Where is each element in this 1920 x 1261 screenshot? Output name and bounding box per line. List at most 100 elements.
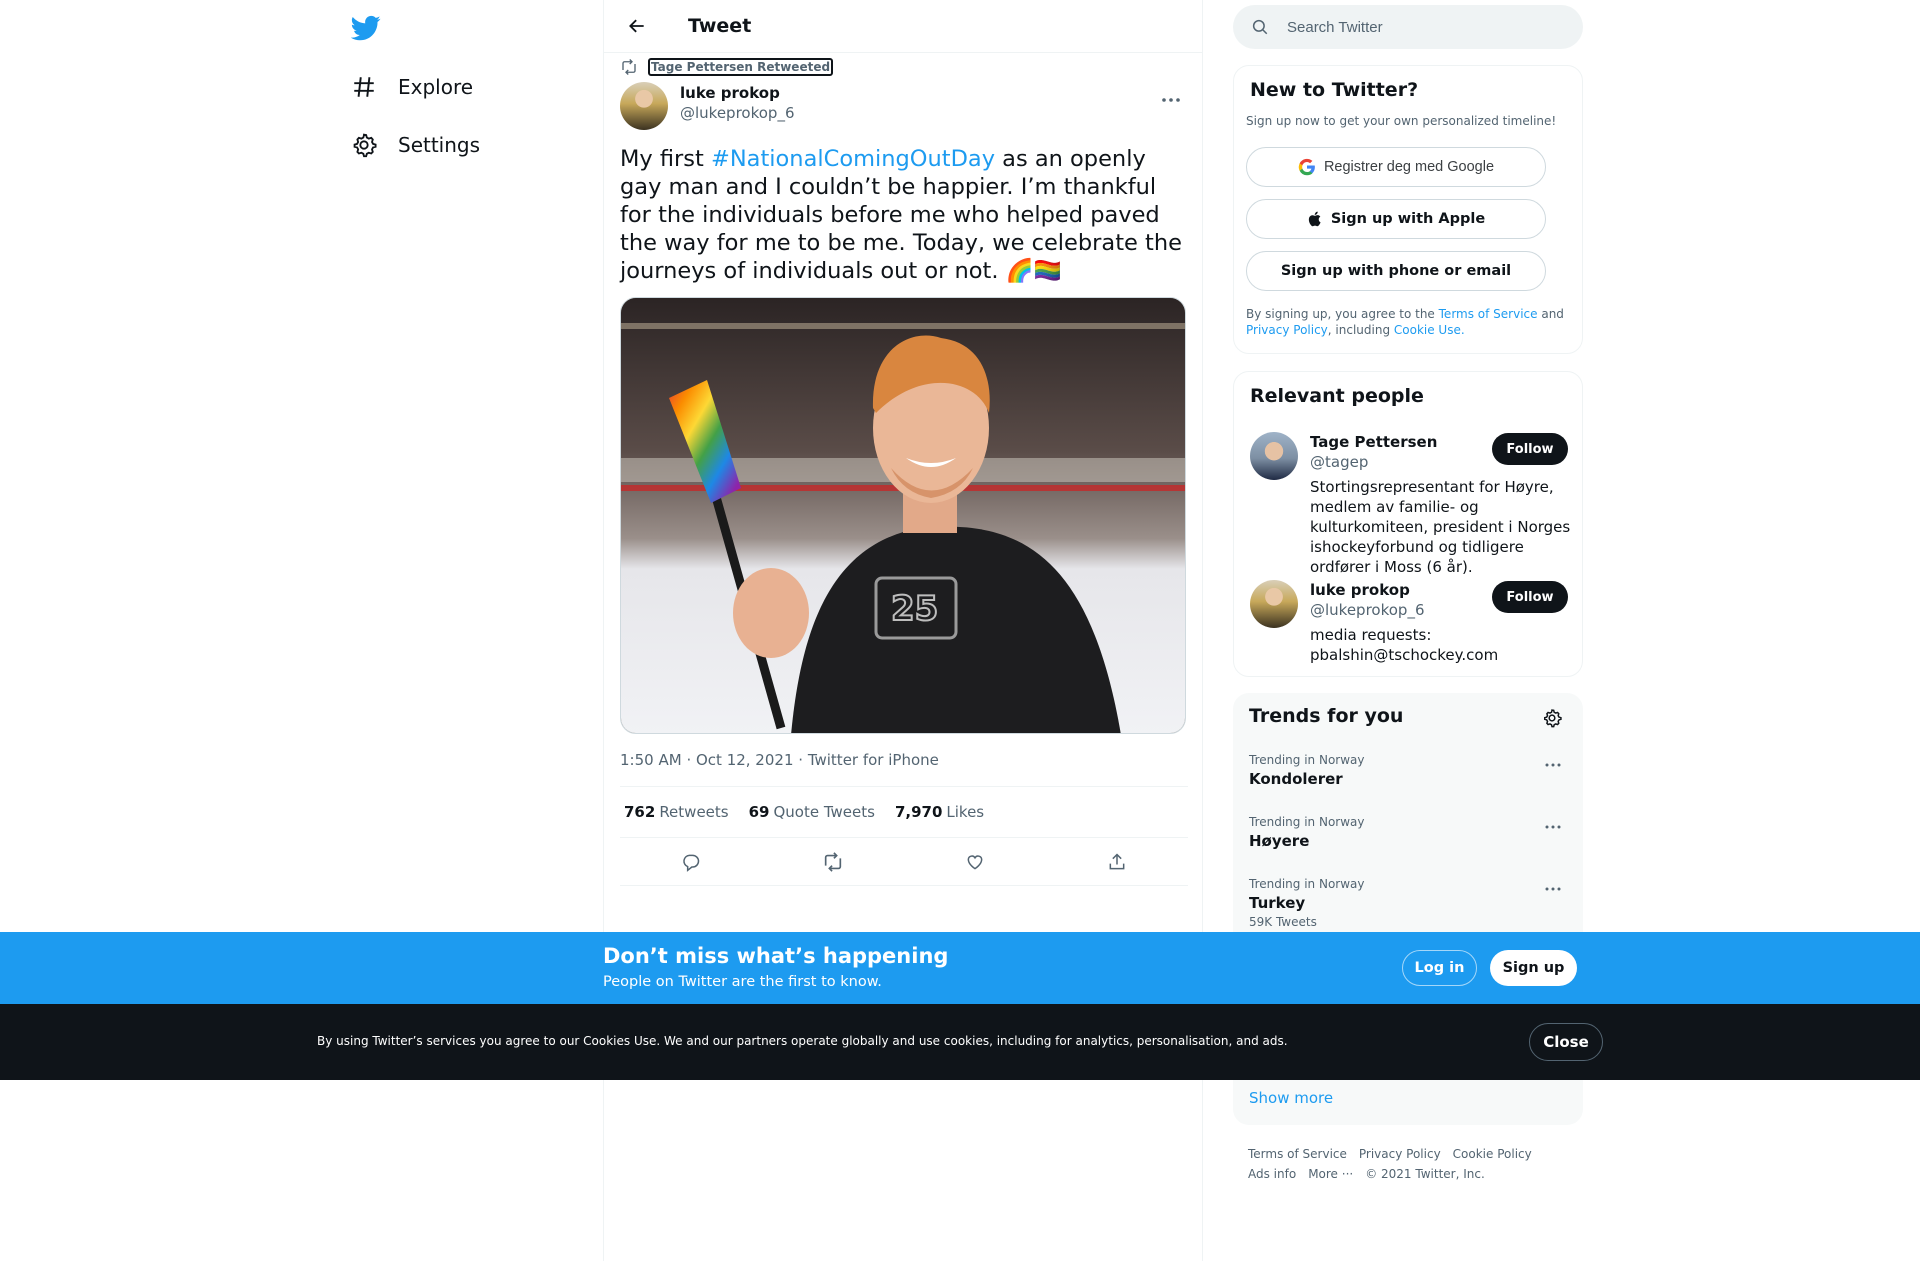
trend-item[interactable]: Trending in Norway Kondolerer <box>1249 753 1567 788</box>
footer-privacy-link[interactable]: Privacy Policy <box>1359 1147 1441 1161</box>
trends-settings-button[interactable] <box>1539 705 1565 731</box>
hashtag-icon <box>350 73 378 101</box>
quote-tweets-count: 69 <box>748 803 770 821</box>
cookie-close-button[interactable]: Close <box>1529 1023 1603 1061</box>
signup-panel: New to Twitter? Sign up now to get your … <box>1233 65 1583 354</box>
page-title: Tweet <box>688 15 752 37</box>
trend-tweet-count: 59K Tweets <box>1249 915 1317 929</box>
follow-button[interactable]: Follow <box>1492 433 1568 465</box>
quote-tweets-label: Quote Tweets <box>773 803 875 821</box>
cookie-banner-text: By using Twitter’s services you agree to… <box>317 1034 1288 1048</box>
meta-separator: · <box>686 751 696 769</box>
phone-email-signup-label: Sign up with phone or email <box>1280 263 1512 279</box>
person-handle[interactable]: @lukeprokop_6 <box>1310 601 1425 619</box>
tweet-time[interactable]: 1:50 AM <box>620 751 682 769</box>
avatar[interactable] <box>620 82 668 130</box>
hashtag-link[interactable]: #NationalComingOutDay <box>711 146 995 172</box>
trend-name: Kondolerer <box>1249 770 1343 788</box>
like-button[interactable] <box>957 844 993 880</box>
retweets-label: Retweets <box>659 803 729 821</box>
trend-more-button[interactable] <box>1539 815 1567 839</box>
trend-more-button[interactable] <box>1539 753 1567 777</box>
footer-cookie-link[interactable]: Cookie Policy <box>1453 1147 1532 1161</box>
google-signup-label: Registrer deg med Google <box>1323 159 1495 175</box>
footer-more-link[interactable]: More ··· <box>1308 1167 1353 1181</box>
signup-prompt-subtitle: People on Twitter are the first to know. <box>603 974 882 990</box>
nav-settings[interactable]: Settings <box>350 120 480 170</box>
trend-item[interactable]: Trending in Norway Høyere <box>1249 815 1567 850</box>
trend-context: Trending in Norway <box>1249 877 1365 891</box>
terms-link[interactable]: Terms of Service <box>1439 307 1538 321</box>
quote-tweets-stat[interactable]: 69 Quote Tweets <box>749 803 875 821</box>
tweet-author: luke prokop @lukeprokop_6 <box>620 82 1188 130</box>
share-button[interactable] <box>1099 844 1135 880</box>
footer-copyright: © 2021 Twitter, Inc. <box>1365 1167 1485 1181</box>
apple-icon <box>1307 210 1323 228</box>
tweet-stats: 762 Retweets 69 Quote Tweets 7,970 Likes <box>620 786 1188 838</box>
meta-separator: · <box>798 751 808 769</box>
follow-button[interactable]: Follow <box>1492 581 1568 613</box>
search-input[interactable] <box>1287 18 1557 36</box>
tweet-timestamp: 1:50 AM · Oct 12, 2021 · Twitter for iPh… <box>620 751 939 769</box>
trend-context: Trending in Norway <box>1249 815 1365 829</box>
heart-icon <box>967 854 983 870</box>
tweet-text: My first #NationalComingOutDay as an ope… <box>620 145 1188 285</box>
person-handle[interactable]: @tagep <box>1310 453 1368 471</box>
show-more-link[interactable]: Show more <box>1249 1089 1333 1107</box>
relevant-people-panel: Relevant people Tage Pettersen @tagep Fo… <box>1233 371 1583 677</box>
phone-email-signup-button[interactable]: Sign up with phone or email <box>1246 251 1546 291</box>
nav-explore[interactable]: Explore <box>350 62 473 112</box>
legal-text-3: , including <box>1327 323 1394 337</box>
cookie-use-link[interactable]: Cookie Use. <box>1394 323 1465 337</box>
tweet-source[interactable]: Twitter for iPhone <box>808 751 939 769</box>
back-button[interactable] <box>620 9 654 43</box>
likes-label: Likes <box>946 803 985 821</box>
avatar[interactable] <box>1250 432 1298 480</box>
person-name[interactable]: luke prokop <box>1310 581 1410 599</box>
login-button[interactable]: Log in <box>1402 950 1477 986</box>
share-icon <box>1109 852 1125 869</box>
likes-stat[interactable]: 7,970 Likes <box>895 803 984 821</box>
reply-icon <box>683 854 700 872</box>
tweet-actions <box>620 838 1188 886</box>
nav-settings-label: Settings <box>398 133 481 157</box>
svg-text:25: 25 <box>891 589 938 629</box>
trend-name: Høyere <box>1249 832 1310 850</box>
trend-name: Turkey <box>1249 894 1306 912</box>
retweets-stat[interactable]: 762 Retweets <box>624 803 729 821</box>
privacy-link[interactable]: Privacy Policy <box>1246 323 1328 337</box>
search-box <box>1233 5 1583 49</box>
signup-legal-text: By signing up, you agree to the Terms of… <box>1246 306 1566 338</box>
retweet-button[interactable] <box>815 844 851 880</box>
author-name[interactable]: luke prokop <box>680 84 780 102</box>
ellipsis-icon <box>1545 825 1561 829</box>
tweet-date[interactable]: Oct 12, 2021 <box>696 751 794 769</box>
apple-signup-button[interactable]: Sign up with Apple <box>1246 199 1546 239</box>
main-header: Tweet <box>604 0 1202 53</box>
retweets-count: 762 <box>624 803 656 821</box>
retweet-icon <box>824 851 842 872</box>
footer-ads-link[interactable]: Ads info <box>1248 1167 1296 1181</box>
signup-button[interactable]: Sign up <box>1490 950 1577 986</box>
signup-prompt-title: Don’t miss what’s happening <box>603 944 949 968</box>
more-options-button[interactable] <box>1154 86 1188 114</box>
gear-icon <box>350 131 378 159</box>
footer-terms-link[interactable]: Terms of Service <box>1248 1147 1347 1161</box>
twitter-logo-icon[interactable] <box>350 12 382 44</box>
google-signup-button[interactable]: Registrer deg med Google <box>1246 147 1546 187</box>
reply-button[interactable] <box>673 844 709 880</box>
apple-signup-label: Sign up with Apple <box>1330 211 1486 227</box>
relevant-people-title: Relevant people <box>1250 385 1424 407</box>
ellipsis-icon <box>1545 887 1561 891</box>
person-name[interactable]: Tage Pettersen <box>1310 433 1437 451</box>
retweet-context: Tage Pettersen Retweeted <box>620 58 834 76</box>
person-bio: media requests: pbalshin@tschockey.com <box>1310 626 1499 664</box>
tweet-photo[interactable]: 25 <box>620 297 1186 734</box>
trend-item[interactable]: Trending in Norway Turkey 59K Tweets <box>1249 877 1567 929</box>
footer-links: Terms of Service Privacy Policy Cookie Pol… <box>1248 1144 1578 1184</box>
author-handle[interactable]: @lukeprokop_6 <box>680 104 795 122</box>
avatar[interactable] <box>1250 580 1298 628</box>
trend-more-button[interactable] <box>1539 877 1567 901</box>
signup-prompt-bar: Don’t miss what’s happening People on Tw… <box>0 932 1920 1004</box>
retweeted-by-link[interactable]: Tage Pettersen Retweeted <box>648 58 834 76</box>
